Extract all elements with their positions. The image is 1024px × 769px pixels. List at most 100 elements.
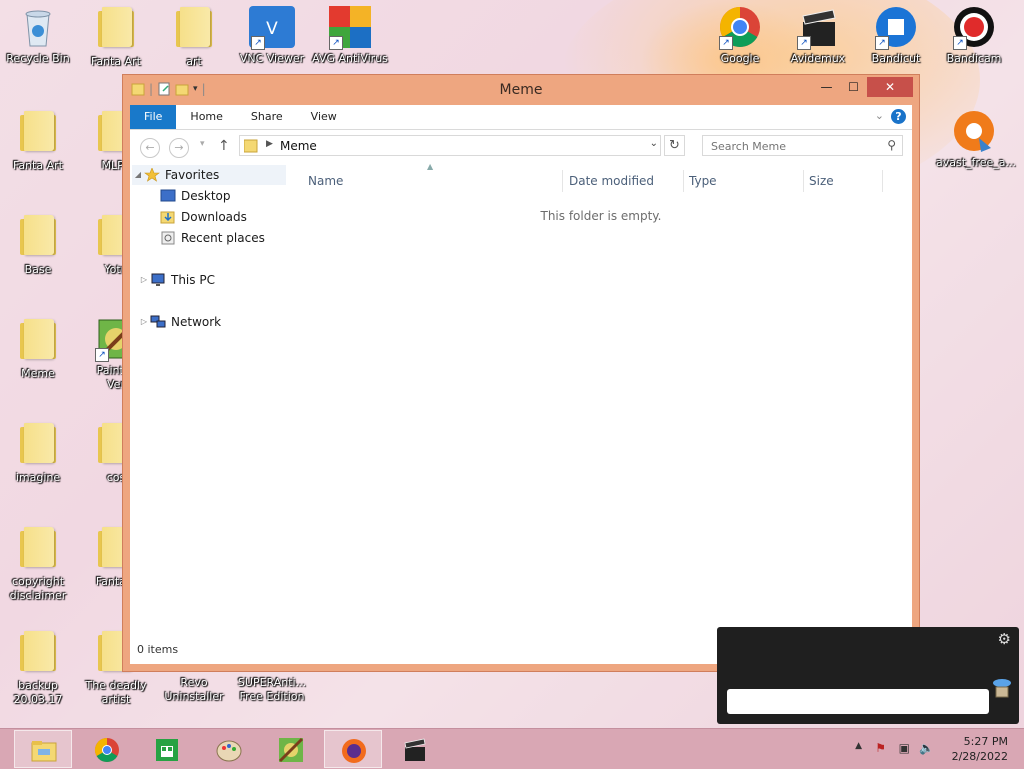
folder-icon xyxy=(20,319,56,359)
desktop-icon-copyright-disclaimer[interactable]: copyright disclaimer xyxy=(0,524,76,603)
tab-view[interactable]: View xyxy=(297,105,351,129)
painttool-icon xyxy=(278,737,304,763)
empty-folder-message: This folder is empty. xyxy=(540,209,662,223)
desktop-icon-avast[interactable]: avast_free_a... xyxy=(936,108,1016,170)
desktop-icon-backup[interactable]: backup 20.03.17 xyxy=(0,628,76,707)
desktop-icon-base[interactable]: Base xyxy=(0,212,76,277)
address-row: ← → ▾ ↑ ▶ Meme ⌄ ↻ ⚲ xyxy=(130,130,912,162)
taskbar-painttool[interactable] xyxy=(262,730,320,768)
breadcrumb-separator-icon[interactable]: ▶ xyxy=(266,139,273,149)
tab-home[interactable]: Home xyxy=(176,105,236,129)
recent-places-icon xyxy=(161,231,175,245)
taskbar-store[interactable] xyxy=(138,730,196,768)
desktop-icon-art[interactable]: art xyxy=(156,4,232,69)
recycle-bin-icon xyxy=(15,4,61,50)
search-input[interactable] xyxy=(709,138,883,155)
desktop-icon-avidemux[interactable]: ↗ Avidemux xyxy=(780,4,856,66)
collapse-arrow-icon[interactable]: ◢ xyxy=(132,165,144,185)
back-button[interactable]: ← xyxy=(140,138,160,158)
desktop-icon-google[interactable]: ↗ Google xyxy=(702,4,778,66)
column-header-date-modified[interactable]: Date modified xyxy=(569,174,654,188)
taskbar-file-explorer[interactable] xyxy=(14,730,72,768)
chrome-icon: ↗ xyxy=(717,4,763,50)
desktop-icon-fanta-art[interactable]: Fanta Art xyxy=(0,108,76,173)
expand-ribbon-icon[interactable]: ⌄ xyxy=(875,109,884,122)
recent-locations-icon[interactable]: ▾ xyxy=(200,139,205,149)
folder-icon xyxy=(20,423,56,463)
sort-ascending-icon: ▲ xyxy=(427,162,434,171)
item-count: 0 items xyxy=(137,643,179,656)
breadcrumb-meme[interactable]: Meme xyxy=(280,139,317,153)
gear-icon[interactable]: ⚙ xyxy=(998,630,1011,648)
transfer-icon[interactable] xyxy=(991,677,1013,699)
help-icon[interactable]: ? xyxy=(891,109,906,124)
tab-file[interactable]: File xyxy=(130,105,177,129)
clock-time: 5:27 PM xyxy=(963,735,1008,748)
search-icon[interactable]: ⚲ xyxy=(887,138,896,152)
forward-button[interactable]: → xyxy=(169,138,189,158)
chat-popup[interactable]: ⚙ xyxy=(717,627,1019,724)
window-body: File Home Share View ⌄ ? ← → ▾ ↑ ▶ Meme … xyxy=(130,105,912,664)
column-header-name[interactable]: Name xyxy=(308,174,343,188)
search-box[interactable]: ⚲ xyxy=(702,135,903,156)
ribbon-tabs: File Home Share View ⌄ ? xyxy=(130,105,912,130)
close-button[interactable]: ✕ xyxy=(867,77,913,97)
desktop-icon-avg-antivirus[interactable]: ↗ AVG AntiVirus xyxy=(312,4,388,66)
network-icon xyxy=(150,315,166,328)
column-header-type[interactable]: Type xyxy=(689,174,717,188)
folder-icon xyxy=(20,111,56,151)
desktop-icon-imagine[interactable]: imagine xyxy=(0,420,76,485)
folder-icon xyxy=(20,631,56,671)
nav-item-desktop[interactable]: Desktop xyxy=(160,186,231,206)
nav-item-downloads[interactable]: Downloads xyxy=(160,207,247,227)
nav-item-favorites[interactable]: ◢ Favorites xyxy=(132,165,286,185)
folder-icon xyxy=(176,7,212,47)
desktop-icon-vnc-viewer[interactable]: V ↗ VNC Viewer xyxy=(234,4,310,66)
desktop-icon-recycle-bin[interactable]: Recycle Bin xyxy=(0,4,76,66)
expand-arrow-icon[interactable]: ▷ xyxy=(138,312,150,332)
file-list[interactable]: ▲ Name Date modified Type Size This fold… xyxy=(290,162,912,634)
desktop-icon-meme[interactable]: Meme xyxy=(0,316,76,381)
firefox-icon xyxy=(342,739,366,763)
refresh-button[interactable]: ↻ xyxy=(664,135,685,156)
taskbar-chrome[interactable] xyxy=(78,730,136,768)
this-pc-icon xyxy=(151,273,165,286)
clapperboard-icon xyxy=(404,738,426,761)
vnc-viewer-icon: V ↗ xyxy=(249,4,295,50)
minimize-button[interactable]: — xyxy=(813,77,840,97)
taskbar-firefox[interactable] xyxy=(324,730,382,768)
chat-input-field[interactable] xyxy=(727,689,989,714)
explorer-window[interactable]: | ▾ | Meme — ☐ ✕ File Home Share View ⌄ … xyxy=(122,74,920,672)
navigation-pane: ◢ Favorites Desktop Downloads Recent pla… xyxy=(130,162,290,634)
network-status-icon[interactable]: ▣ xyxy=(899,741,910,755)
desktop-icon-fanta-art-2[interactable]: Fanta Art xyxy=(78,4,154,69)
clock-date: 2/28/2022 xyxy=(951,750,1008,763)
nav-item-network[interactable]: ▷ Network xyxy=(138,312,221,332)
shortcut-arrow-icon: ↗ xyxy=(797,36,811,50)
address-bar[interactable]: ▶ Meme ⌄ xyxy=(239,135,661,156)
nav-item-recent-places[interactable]: Recent places xyxy=(160,228,265,248)
column-header-size[interactable]: Size xyxy=(809,174,834,188)
action-center-flag-icon[interactable]: ⚑ xyxy=(875,741,886,755)
desktop-icon xyxy=(160,189,176,202)
store-icon xyxy=(156,739,178,761)
title-bar[interactable]: | ▾ | Meme — ☐ ✕ xyxy=(123,75,919,105)
desktop-icon-bandicut[interactable]: ↗ Bandicut xyxy=(858,4,934,66)
taskbar: ▲ ⚑ ▣ 🔈 5:27 PM 2/28/2022 xyxy=(0,728,1024,769)
expand-arrow-icon[interactable]: ▷ xyxy=(138,270,150,290)
show-hidden-icons-icon[interactable]: ▲ xyxy=(855,741,862,751)
window-title: Meme xyxy=(499,82,543,98)
clock[interactable]: 5:27 PM 2/28/2022 xyxy=(952,734,1008,764)
taskbar-avidemux[interactable] xyxy=(386,730,444,768)
up-button[interactable]: ↑ xyxy=(218,138,230,154)
shortcut-arrow-icon: ↗ xyxy=(329,36,343,50)
tab-share[interactable]: Share xyxy=(237,105,297,129)
volume-muted-icon[interactable]: 🔈 xyxy=(919,741,934,755)
desktop-icon-bandicam[interactable]: ↗ Bandicam xyxy=(936,4,1012,66)
svg-text:V: V xyxy=(266,19,278,39)
address-dropdown-icon[interactable]: ⌄ xyxy=(650,138,658,149)
nav-item-this-pc[interactable]: ▷ This PC xyxy=(138,270,215,290)
maximize-button[interactable]: ☐ xyxy=(840,77,867,97)
avg-antivirus-icon: ↗ xyxy=(327,4,373,50)
taskbar-paint[interactable] xyxy=(200,730,258,768)
